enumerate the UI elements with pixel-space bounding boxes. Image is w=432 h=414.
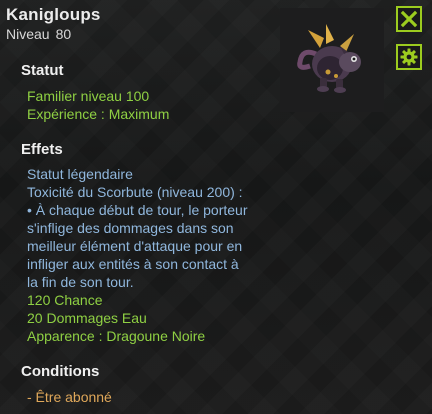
- effect-description-line: la fin de son tour.: [27, 274, 134, 290]
- condition-line: - Être abonné: [27, 389, 112, 405]
- close-icon: [400, 10, 418, 28]
- item-level: Niveau 80: [6, 26, 71, 42]
- conditions-heading: Conditions: [21, 363, 100, 380]
- statut-heading: Statut: [21, 62, 64, 79]
- gear-icon: [400, 48, 418, 66]
- item-name: Kanigloups: [6, 5, 101, 24]
- effect-stat-line: Apparence : Dragoune Noire: [27, 328, 206, 344]
- statut-line: Familier niveau 100: [27, 88, 150, 104]
- effect-description-line: meilleur élément d'attaque pour en: [27, 238, 243, 254]
- effect-stat-line: 20 Dommages Eau: [27, 310, 147, 326]
- effect-stat-line: 120 Chance: [27, 292, 103, 308]
- dragon-pet-image: [280, 8, 384, 112]
- item-tooltip-panel: Kanigloups Niveau 80 Statut Familier niv…: [0, 0, 432, 414]
- effets-heading: Effets: [21, 141, 63, 158]
- close-button[interactable]: [396, 6, 422, 32]
- pet-portrait: [280, 8, 384, 112]
- effect-description-line: • À chaque début de tour, le porteur: [27, 202, 248, 218]
- level-value: 80: [55, 26, 72, 42]
- effect-description-line: s'inflige des dommages dans son: [27, 220, 234, 236]
- effect-description-line: Toxicité du Scorbute (niveau 200) :: [27, 184, 243, 200]
- settings-button[interactable]: [396, 44, 422, 70]
- effect-description-line: Statut légendaire: [27, 166, 133, 182]
- statut-line: Expérience : Maximum: [27, 106, 170, 122]
- effect-description-line: infliger aux entités à son contact à: [27, 256, 239, 272]
- level-label: Niveau: [6, 26, 50, 42]
